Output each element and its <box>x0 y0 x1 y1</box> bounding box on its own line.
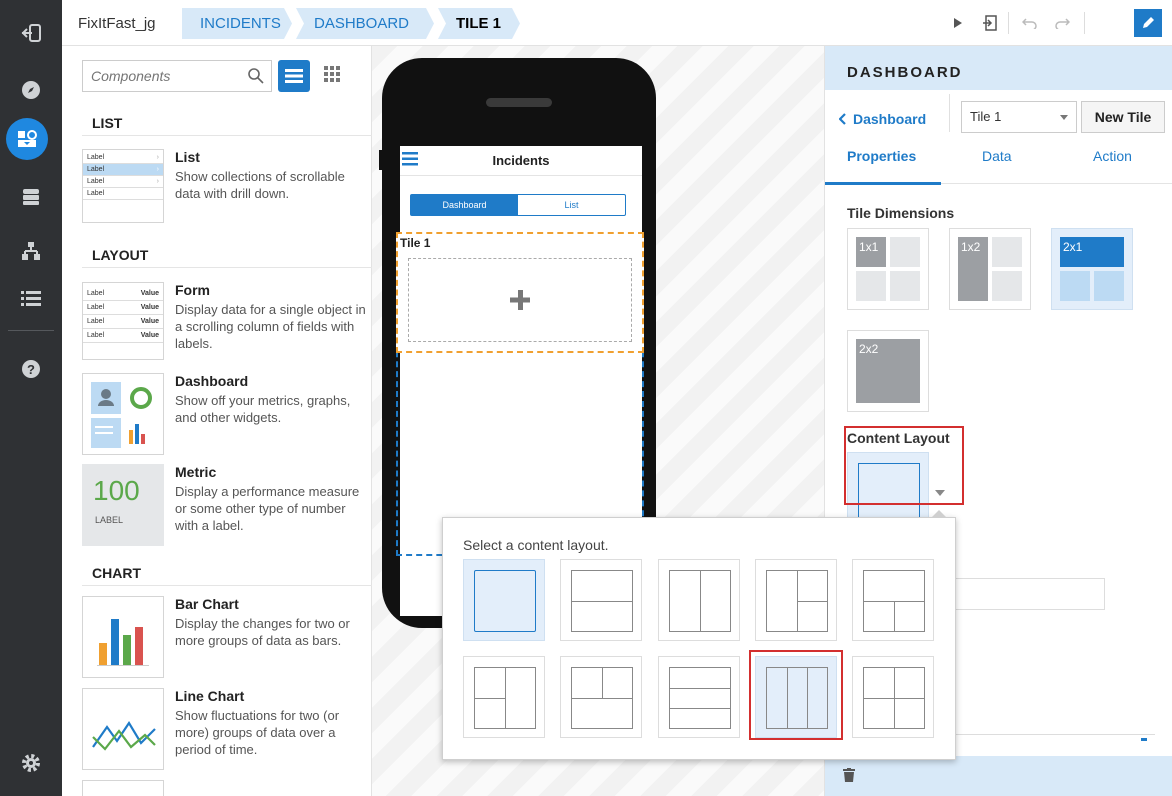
component-title: List <box>175 149 200 165</box>
component-desc: Display the changes for two or more grou… <box>175 616 350 648</box>
tile-dimensions-label: Tile Dimensions <box>847 205 955 221</box>
scroll-indicator <box>1141 738 1147 741</box>
metric-thumbnail: 100 LABEL <box>82 464 164 546</box>
section-layout: LAYOUT <box>82 242 372 268</box>
search-icon[interactable] <box>247 67 265 85</box>
props-header: DASHBOARD <box>825 46 1172 90</box>
layout-option-top-split-bottom-row[interactable] <box>560 656 642 738</box>
dashboard-designer-icon[interactable] <box>6 118 48 160</box>
header-divider <box>949 94 950 132</box>
three-columns-highlight <box>749 650 843 740</box>
tile-select[interactable]: Tile 1 <box>961 101 1077 133</box>
layout-option-single[interactable] <box>463 559 545 641</box>
chevron-left-icon <box>839 113 846 125</box>
settings-icon[interactable] <box>0 740 62 786</box>
list-view-toggle-icon[interactable] <box>278 60 310 92</box>
popup-title: Select a content layout. <box>463 537 609 553</box>
content-layout-highlight <box>844 426 964 505</box>
dimension-2x2[interactable]: 2x2 <box>847 330 929 412</box>
trash-icon[interactable] <box>843 768 855 782</box>
tab-action[interactable]: Action <box>1093 148 1132 164</box>
hidden-input[interactable] <box>955 578 1105 610</box>
top-bar: FixItFast_jg INCIDENTS DASHBOARD TILE 1 <box>62 0 1172 46</box>
layout-option-two-columns[interactable] <box>658 559 740 641</box>
phone-tab-dashboard[interactable]: Dashboard <box>411 195 518 215</box>
tab-properties[interactable]: Properties <box>847 148 916 164</box>
list-thumbnail: Label › Label › Label › Label <box>82 149 164 223</box>
section-chart: CHART <box>82 560 372 586</box>
layout-option-left-split-right-column[interactable] <box>463 656 545 738</box>
tile-1[interactable]: Tile 1 <box>396 232 644 353</box>
svg-text:?: ? <box>27 362 35 377</box>
layout-option-four-quadrants[interactable] <box>852 656 934 738</box>
redo-icon[interactable] <box>1049 10 1075 36</box>
bar-chart-thumbnail <box>82 596 164 678</box>
layout-option-left-column-right-split[interactable] <box>755 559 837 641</box>
components-panel: LIST Label› Label› Label› Label List Sho… <box>62 46 372 796</box>
app-name[interactable]: FixItFast_jg <box>78 8 156 39</box>
phone-side-button <box>379 150 383 170</box>
phone-segmented-control: Dashboard List <box>410 194 626 216</box>
tab-data[interactable]: Data <box>982 148 1012 164</box>
breadcrumb-incidents[interactable]: INCIDENTS <box>182 8 292 39</box>
grid-view-toggle-icon[interactable] <box>324 66 340 82</box>
breadcrumb-dashboard[interactable]: DASHBOARD <box>296 8 434 39</box>
component-desc: Show collections of scrollable data with… <box>175 169 345 201</box>
sign-out-icon[interactable] <box>0 10 62 56</box>
hierarchy-icon[interactable] <box>0 228 62 274</box>
components-search <box>82 60 272 92</box>
navigation-rail: ? <box>0 0 62 796</box>
phone-tab-list[interactable]: List <box>518 195 625 215</box>
caret-down-icon <box>1060 115 1068 120</box>
popup-arrow <box>931 510 947 518</box>
phone-header: Incidents <box>400 146 642 176</box>
dimension-1x2[interactable]: 1x2 <box>949 228 1031 310</box>
toolbar-divider <box>1008 12 1009 34</box>
component-title: Bar Chart <box>175 596 239 612</box>
breadcrumb-tile[interactable]: TILE 1 <box>438 8 520 39</box>
compass-icon[interactable] <box>0 67 62 113</box>
layout-option-top-row-bottom-split[interactable] <box>852 559 934 641</box>
help-icon[interactable]: ? <box>0 346 62 392</box>
component-desc: Display data for a single object in a sc… <box>175 302 366 351</box>
phone-speaker <box>486 98 552 107</box>
section-list: LIST <box>82 110 372 136</box>
dimension-2x1[interactable]: 2x1 <box>1051 228 1133 310</box>
search-input[interactable] <box>83 61 233 91</box>
component-desc: Show off your metrics, graphs, and other… <box>175 393 351 425</box>
phone-title: Incidents <box>492 153 550 168</box>
props-footer <box>825 756 1172 796</box>
toolbar-divider <box>1084 12 1085 34</box>
layout-option-three-rows[interactable] <box>658 656 740 738</box>
new-tile-button[interactable]: New Tile <box>1081 101 1165 133</box>
component-title: Form <box>175 282 210 298</box>
component-title: Metric <box>175 464 217 480</box>
tile-content-slot[interactable] <box>408 258 632 342</box>
component-desc: Display a performance measure or some ot… <box>175 484 360 533</box>
undo-icon[interactable] <box>1017 10 1043 36</box>
component-desc: Show fluctuations for two (or more) grou… <box>175 708 340 757</box>
rail-divider <box>8 330 54 331</box>
dashboard-thumbnail <box>82 373 164 455</box>
content-layout-popup: Select a content layout. <box>442 510 956 760</box>
active-tab-indicator <box>825 182 941 185</box>
back-to-dashboard[interactable]: Dashboard <box>839 106 926 132</box>
panel-divider <box>955 734 1155 735</box>
tile-label: Tile 1 <box>400 236 431 250</box>
database-icon[interactable] <box>0 174 62 220</box>
line-chart-thumbnail <box>82 688 164 770</box>
add-plus-icon[interactable] <box>509 289 531 311</box>
next-component-thumbnail <box>82 780 164 796</box>
export-icon[interactable] <box>977 10 1003 36</box>
form-thumbnail: Label Value Label Value Label Value Label Va… <box>82 282 164 360</box>
dimension-1x1[interactable]: 1x1 <box>847 228 929 310</box>
component-title: Dashboard <box>175 373 249 389</box>
component-title: Line Chart <box>175 688 245 704</box>
layout-option-two-rows[interactable] <box>560 559 642 641</box>
edit-pencil-icon[interactable] <box>1134 9 1162 37</box>
run-icon[interactable] <box>945 10 971 36</box>
list-icon[interactable] <box>0 275 62 321</box>
